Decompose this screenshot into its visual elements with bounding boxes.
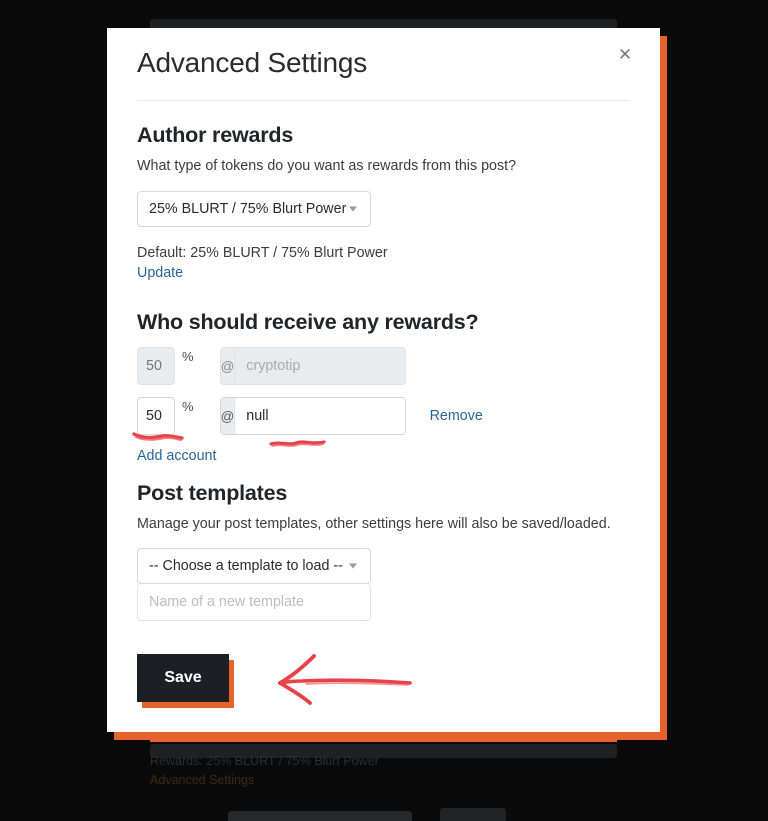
author-rewards-heading: Author rewards [137,123,294,147]
at-symbol-icon: @ [220,398,236,434]
reward-default-label: Default: 25% BLURT / 75% Blurt Power [137,245,388,261]
post-templates-heading: Post templates [137,481,288,505]
beneficiaries-section: Who should receive any rewards? % @ % @ … [137,310,630,465]
modal-title-divider [137,100,630,101]
beneficiary-account-input [235,348,405,384]
update-link[interactable]: Update [137,265,183,281]
beneficiary-row: % @ [137,347,630,385]
at-symbol-icon: @ [220,348,236,384]
close-icon[interactable]: ✕ [612,42,638,68]
background-bottom-button [440,808,506,821]
post-templates-description: Manage your post templates, other settin… [137,516,611,532]
background-advanced-settings-link[interactable]: Advanced Settings [150,773,254,787]
reward-type-select-value: 25% BLURT / 75% Blurt Power [149,201,347,217]
beneficiary-account-group: @ [219,347,406,385]
template-load-select-value: -- Choose a template to load -- [149,558,343,574]
add-account-link[interactable]: Add account [137,448,217,464]
post-templates-section: Post templates Manage your post template… [137,481,630,621]
chevron-down-icon [349,563,357,569]
background-bottom-input [228,811,412,821]
template-load-select[interactable]: -- Choose a template to load -- [137,548,371,584]
save-button-wrapper: Save [137,654,234,708]
advanced-settings-modal: Advanced Settings ✕ Author rewards What … [107,28,660,732]
save-button[interactable]: Save [137,654,229,702]
beneficiary-account-group: @ [219,397,406,435]
chevron-down-icon [349,206,357,212]
background-rewards-text: Rewards: 25% BLURT / 75% Blurt Power [150,754,379,768]
author-rewards-section: Author rewards What type of tokens do yo… [137,123,630,282]
beneficiaries-heading: Who should receive any rewards? [137,310,479,334]
percent-symbol: % [182,349,194,364]
beneficiary-account-input[interactable] [235,398,405,434]
percent-symbol: % [182,399,194,414]
reward-type-select[interactable]: 25% BLURT / 75% Blurt Power [137,191,371,227]
beneficiary-row: % @ Remove [137,397,630,435]
beneficiary-percent-input[interactable] [137,397,175,435]
modal-title: Advanced Settings [137,47,368,78]
beneficiary-percent-input [137,347,175,385]
new-template-name-input[interactable] [137,583,371,621]
author-rewards-question: What type of tokens do you want as rewar… [137,158,517,174]
remove-beneficiary-link[interactable]: Remove [430,408,483,424]
